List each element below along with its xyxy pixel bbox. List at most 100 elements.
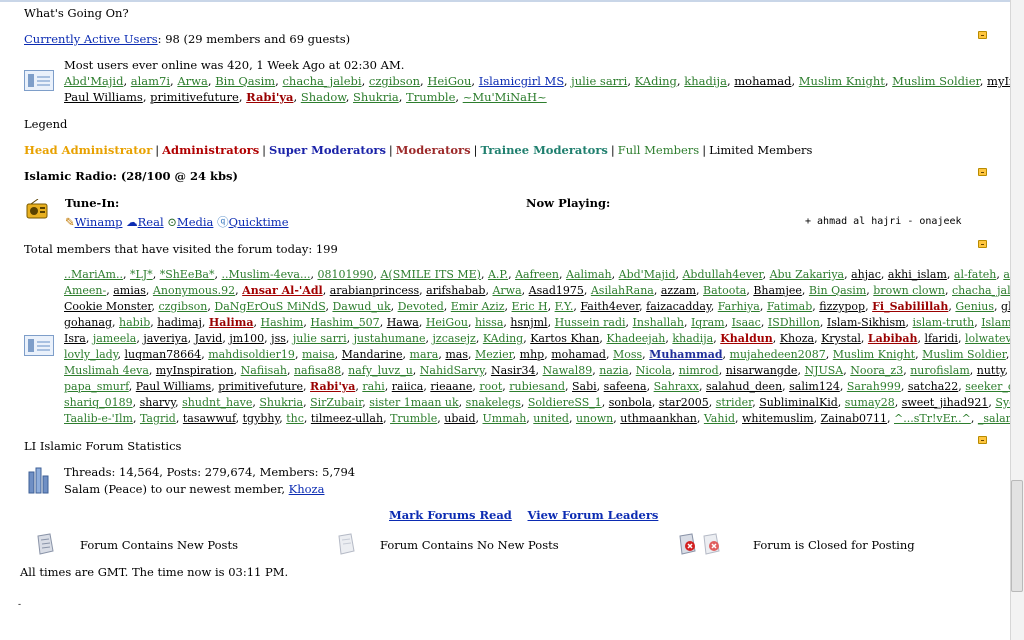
member-link[interactable]: mahdisoldier19 — [208, 348, 295, 361]
member-link[interactable]: khadija — [672, 332, 713, 345]
member-link[interactable]: A.P. — [488, 268, 508, 281]
member-link[interactable]: luqman78664 — [124, 348, 201, 361]
member-link[interactable]: Trumble — [390, 412, 437, 425]
member-link[interactable]: Rabi'ya — [246, 90, 293, 104]
member-link[interactable]: Fatimab — [767, 300, 812, 313]
member-link[interactable]: Asad1975 — [529, 284, 584, 297]
member-link[interactable]: Mezier — [475, 348, 513, 361]
member-link[interactable]: Aafreen — [515, 268, 559, 281]
member-link[interactable]: Inshallah — [633, 316, 684, 329]
member-link[interactable]: jss — [271, 332, 286, 345]
member-link[interactable]: nafisa88 — [294, 364, 341, 377]
collapse-icon[interactable] — [978, 240, 987, 248]
member-link[interactable]: whitemuslim — [742, 412, 814, 425]
member-link[interactable]: Genius — [955, 300, 994, 313]
member-link[interactable]: _salam_ — [978, 412, 1011, 425]
member-link[interactable]: HeiGou — [427, 74, 471, 88]
member-link[interactable]: ahjac — [851, 268, 881, 281]
member-link[interactable]: sweet_jihad921 — [902, 396, 989, 409]
member-link[interactable]: ..MariAm.. — [64, 268, 123, 281]
member-link[interactable]: Muslim Soldier — [922, 348, 1006, 361]
member-link[interactable]: hsnjml — [510, 316, 547, 329]
member-link[interactable]: nazia — [599, 364, 629, 377]
member-link[interactable]: Sabi — [572, 380, 597, 393]
member-link[interactable]: gohanag — [64, 316, 112, 329]
member-link[interactable]: Cookie Monster — [64, 300, 151, 313]
scrollbar-thumb[interactable] — [1011, 480, 1023, 592]
member-link[interactable]: mohamad — [734, 74, 791, 88]
member-link[interactable]: Nafiisah — [241, 364, 287, 377]
member-link[interactable]: thc — [286, 412, 304, 425]
member-link[interactable]: Paul Williams — [136, 380, 211, 393]
member-link[interactable]: faizacadday — [646, 300, 711, 313]
member-link[interactable]: Hashim_507 — [310, 316, 379, 329]
member-link[interactable]: Islamicgirl MS — [479, 74, 564, 88]
member-link[interactable]: Muslim Knight — [799, 74, 885, 88]
member-link[interactable]: hadimaj — [157, 316, 202, 329]
member-link[interactable]: Abd'Majid — [64, 74, 123, 88]
member-link[interactable]: Ansar Al-'Adl — [242, 284, 323, 297]
member-link[interactable]: czgibson — [158, 300, 207, 313]
member-link[interactable]: Abdullah4ever — [682, 268, 762, 281]
member-link[interactable]: Halima — [209, 316, 254, 329]
member-link[interactable]: Isra — [64, 332, 86, 345]
member-link[interactable]: ISDhillon — [768, 316, 820, 329]
member-link[interactable]: *LJ* — [130, 268, 153, 281]
member-link[interactable]: *ShEeBa* — [160, 268, 215, 281]
member-link[interactable]: ubaid — [444, 412, 475, 425]
member-link[interactable]: Muslimah 4eva — [64, 364, 149, 377]
member-link[interactable]: ..Muslim-4eva... — [222, 268, 311, 281]
member-link[interactable]: brown clown — [873, 284, 945, 297]
member-link[interactable]: primitivefuture — [150, 90, 239, 104]
member-link[interactable]: AsilahRana — [591, 284, 654, 297]
member-link[interactable]: Faith4ever — [580, 300, 639, 313]
member-link[interactable]: Emir Aziz — [451, 300, 505, 313]
member-link[interactable]: Javid — [195, 332, 223, 345]
member-link[interactable]: akhi_islam — [888, 268, 947, 281]
member-link[interactable]: javeriya — [143, 332, 187, 345]
member-link[interactable]: Krystal — [821, 332, 861, 345]
member-link[interactable]: Arwa — [177, 74, 208, 88]
member-link[interactable]: Zainab0711 — [821, 412, 887, 425]
member-link[interactable]: Hashim — [261, 316, 304, 329]
member-link[interactable]: mohamad — [551, 348, 606, 361]
member-link[interactable]: chacha_jalebi — [282, 74, 361, 88]
member-link[interactable]: rahi — [362, 380, 384, 393]
member-link[interactable]: czgibson — [369, 74, 420, 88]
member-link[interactable]: uthmaankhan — [620, 412, 697, 425]
member-link[interactable]: rubiesand — [509, 380, 565, 393]
member-link[interactable]: Tagrid — [140, 412, 176, 425]
member-link[interactable]: Noora_z3 — [850, 364, 903, 377]
member-link[interactable]: habib — [119, 316, 150, 329]
member-link[interactable]: KAding — [483, 332, 523, 345]
collapse-icon[interactable] — [978, 31, 987, 39]
member-link[interactable]: root — [479, 380, 502, 393]
member-link[interactable]: Islam-Sikhism — [827, 316, 906, 329]
member-link[interactable]: Batoota — [703, 284, 746, 297]
member-link[interactable]: mhp — [520, 348, 545, 361]
member-link[interactable]: united — [533, 412, 569, 425]
member-link[interactable]: strider — [716, 396, 752, 409]
member-link[interactable]: Sarah999 — [847, 380, 901, 393]
active-users-link[interactable]: Currently Active Users — [24, 32, 158, 46]
member-link[interactable]: A(SMILE ITS ME) — [380, 268, 481, 281]
member-link[interactable]: Islamicboy — [981, 316, 1011, 329]
member-link[interactable]: lfaridi — [924, 332, 957, 345]
member-link[interactable]: Aalimah — [566, 268, 612, 281]
member-link[interactable]: Nicola — [636, 364, 672, 377]
member-link[interactable]: hissa — [475, 316, 503, 329]
mark-forums-read-link[interactable]: Mark Forums Read — [389, 508, 512, 522]
member-link[interactable]: Arwa — [492, 284, 521, 297]
member-link[interactable]: nisarwangde — [726, 364, 798, 377]
member-link[interactable]: Shukria — [353, 90, 399, 104]
member-link[interactable]: sharvy — [140, 396, 176, 409]
member-link[interactable]: DaNgErOuS MiNdS — [214, 300, 325, 313]
member-link[interactable]: salahud_deen — [706, 380, 782, 393]
member-link[interactable]: al-fateh — [954, 268, 996, 281]
member-link[interactable]: Trumble — [406, 90, 455, 104]
member-link[interactable]: nimrod — [679, 364, 719, 377]
member-link[interactable]: rieaane — [430, 380, 472, 393]
member-link[interactable]: ^...sTr!vEr..^ — [894, 412, 971, 425]
member-link[interactable]: julie sarri — [571, 74, 627, 88]
member-link[interactable]: Abu Zakariya — [770, 268, 845, 281]
